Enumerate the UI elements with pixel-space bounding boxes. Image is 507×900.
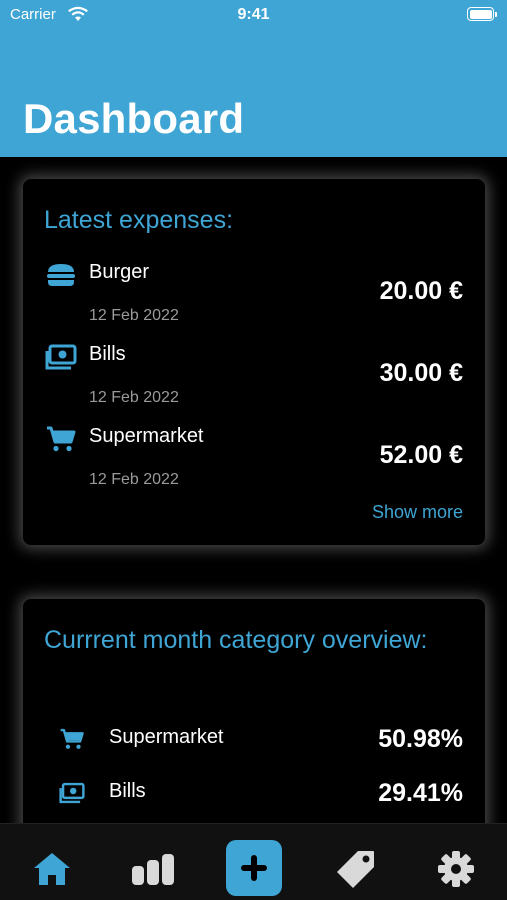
home-icon	[34, 853, 70, 885]
expense-date: 12 Feb 2022	[89, 307, 179, 324]
category-row[interactable]: Bills 29.41%	[23, 777, 485, 817]
status-bar: Carrier 9:41	[0, 0, 507, 32]
add-expense-button[interactable]	[226, 840, 282, 896]
category-row[interactable]: Supermarket 50.98%	[23, 723, 485, 763]
expense-item[interactable]: Supermarket 12 Feb 2022 52.00 €	[23, 423, 485, 505]
expense-amount: 30.00 €	[379, 359, 463, 387]
cart-icon	[47, 426, 76, 452]
show-more-link[interactable]: Show more	[372, 502, 463, 523]
category-name: Supermarket	[109, 726, 224, 748]
header: Carrier 9:41 Dashboard	[0, 0, 507, 157]
money-icon	[45, 344, 77, 370]
expense-amount: 20.00 €	[379, 277, 463, 305]
tag-icon	[337, 851, 374, 888]
tab-settings[interactable]	[431, 844, 481, 894]
latest-expenses-title: Latest expenses:	[44, 206, 234, 234]
chart-icon	[132, 854, 174, 885]
expense-item[interactable]: Burger 12 Feb 2022 20.00 €	[23, 259, 485, 341]
expense-amount: 52.00 €	[379, 441, 463, 469]
tab-stats[interactable]	[128, 844, 178, 894]
expense-name: Burger	[89, 261, 150, 283]
clock: 9:41	[237, 6, 270, 23]
tab-categories[interactable]	[331, 844, 381, 894]
latest-expenses-card: Latest expenses: Burger 12 Feb 2022 20.0…	[23, 179, 485, 545]
battery-icon	[467, 7, 497, 21]
expense-date: 12 Feb 2022	[89, 471, 179, 488]
category-percent: 29.41%	[378, 779, 463, 807]
burger-icon	[47, 264, 75, 286]
add-icon	[241, 855, 267, 881]
category-overview-title: Currrent month category overview:	[44, 626, 428, 654]
expense-name: Supermarket	[89, 425, 204, 447]
cart-icon	[60, 728, 84, 749]
tab-home[interactable]	[27, 844, 77, 894]
tab-bar	[0, 823, 507, 900]
expense-name: Bills	[89, 343, 126, 365]
page-title: Dashboard	[23, 95, 245, 142]
money-icon	[59, 782, 85, 804]
gear-icon	[438, 851, 474, 887]
expense-item[interactable]: Bills 12 Feb 2022 30.00 €	[23, 341, 485, 423]
category-percent: 50.98%	[378, 725, 463, 753]
category-name: Bills	[109, 780, 146, 802]
category-overview-card: Currrent month category overview: Superm…	[23, 599, 485, 859]
expense-date: 12 Feb 2022	[89, 389, 179, 406]
